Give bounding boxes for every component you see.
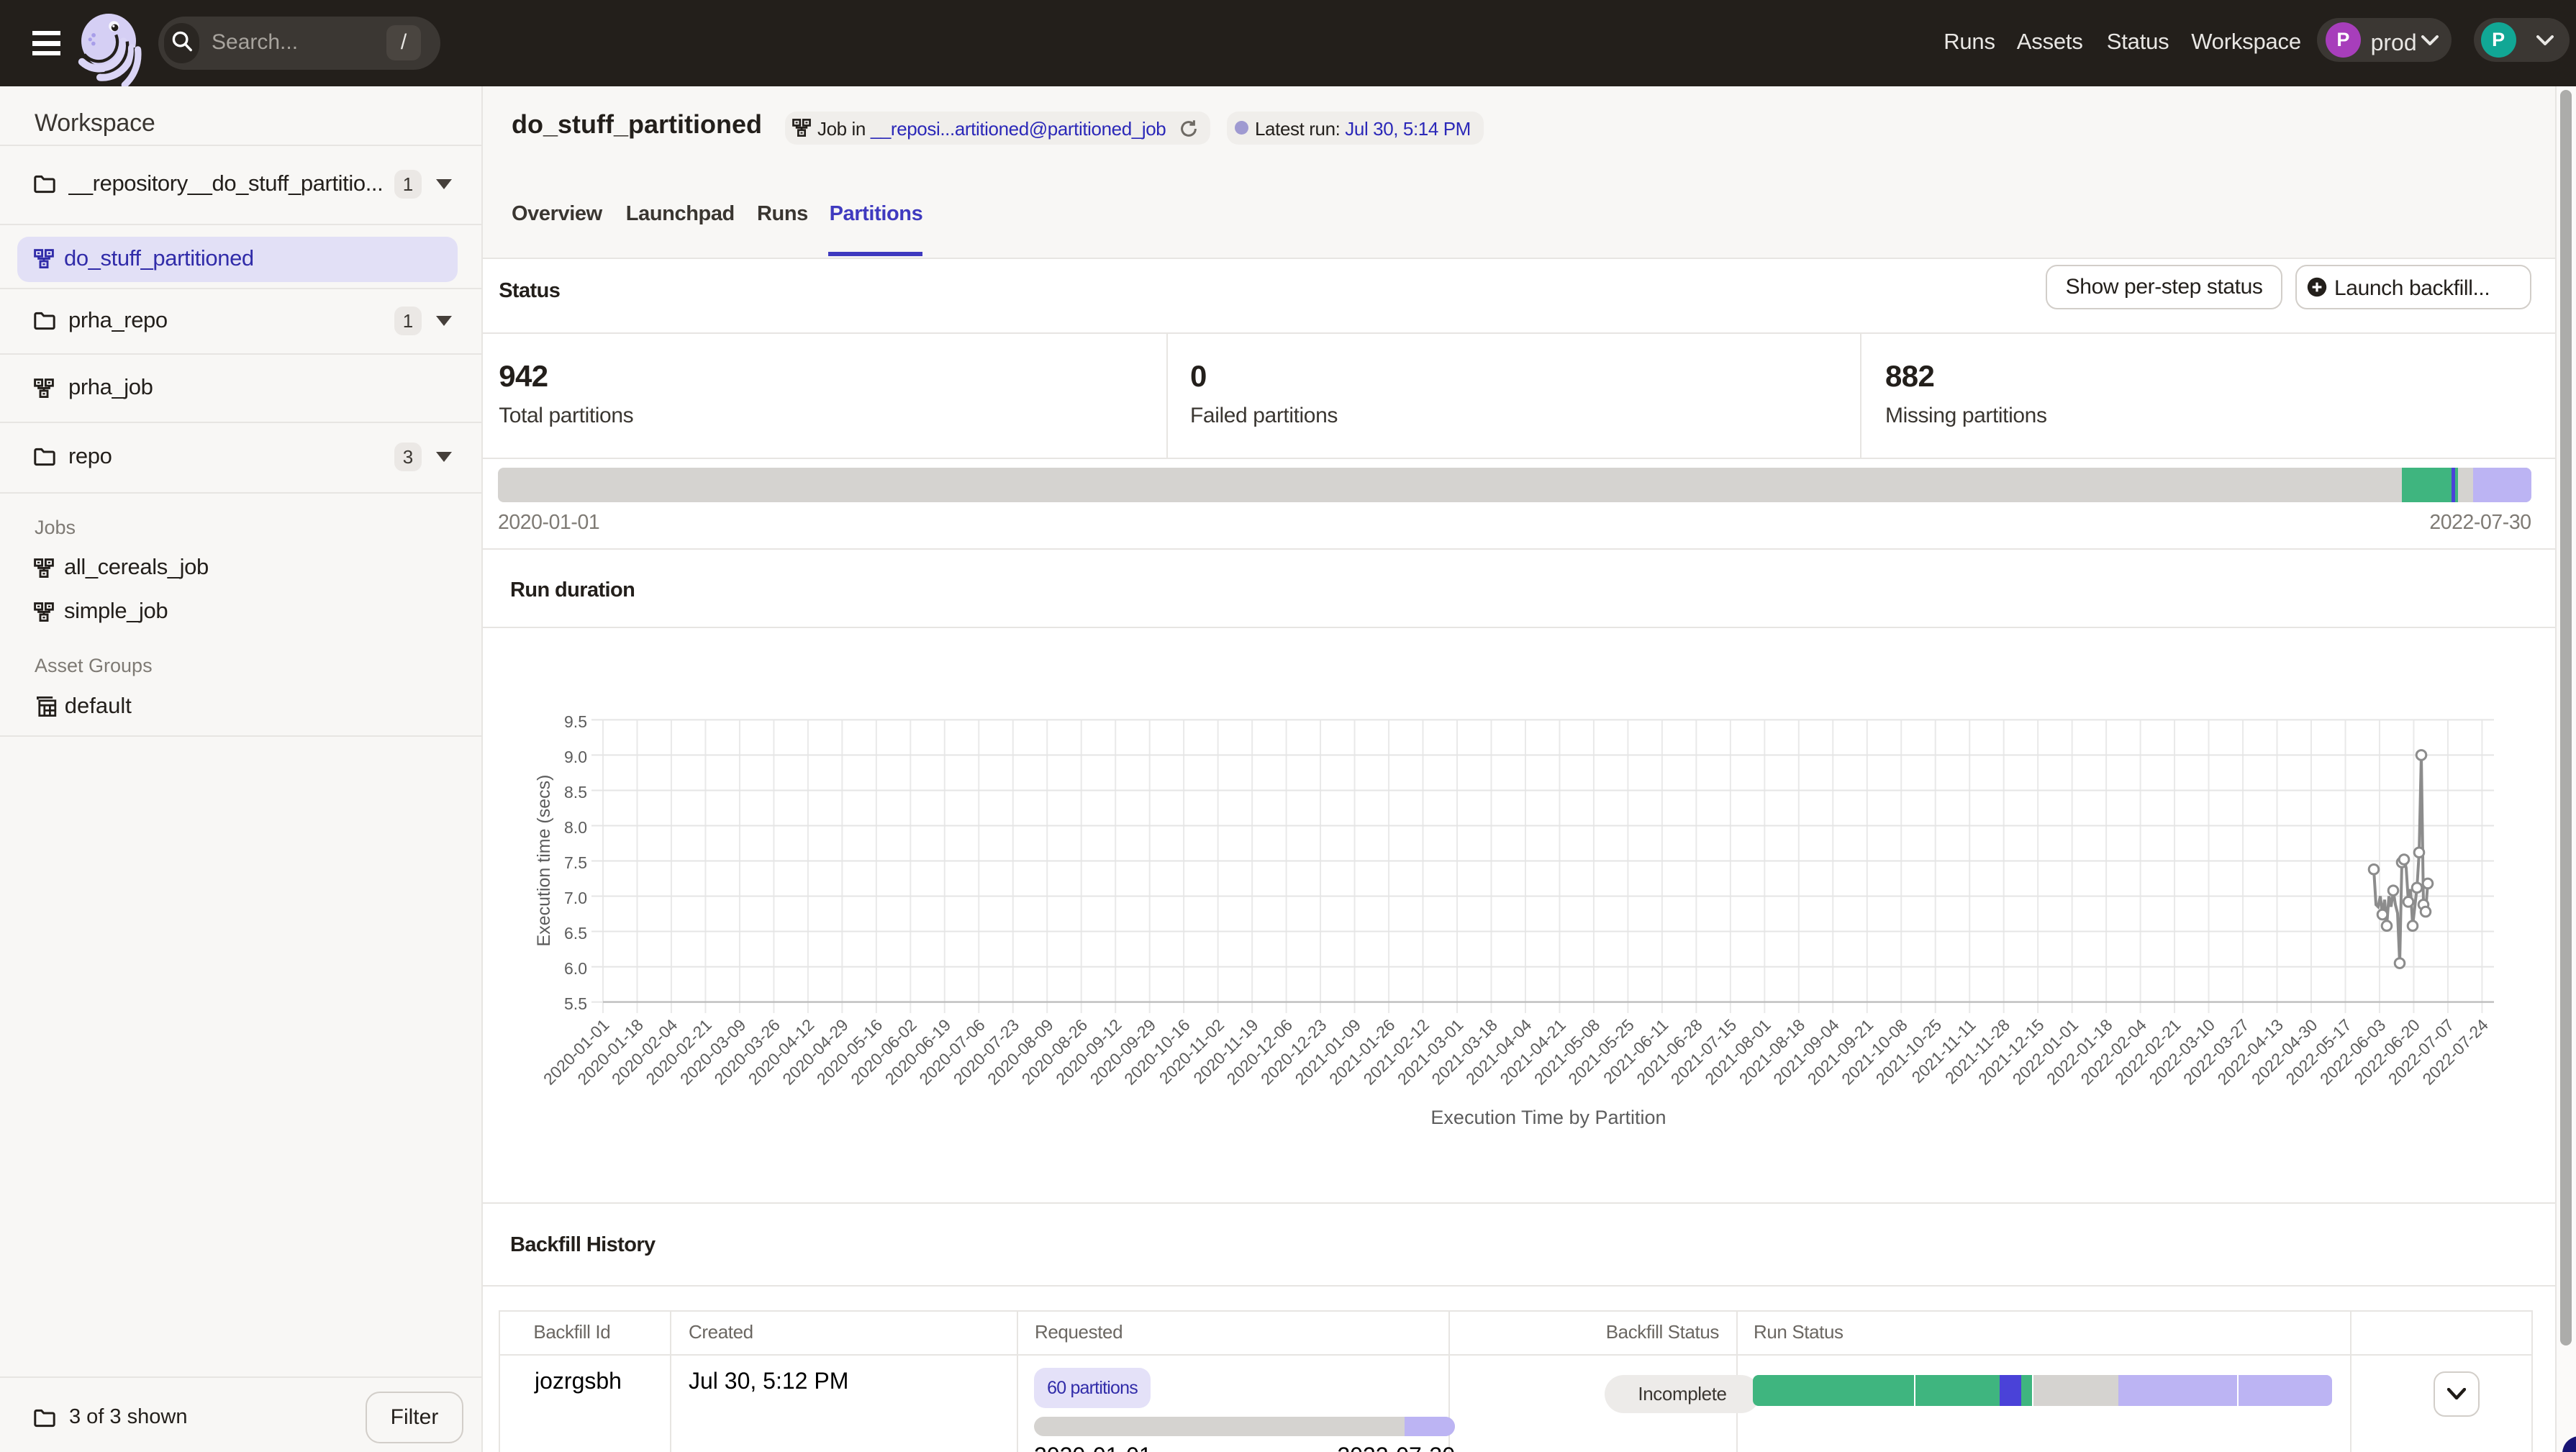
svg-text:7.0: 7.0	[564, 889, 587, 907]
svg-text:6.0: 6.0	[564, 959, 587, 978]
svg-text:5.5: 5.5	[564, 994, 587, 1013]
svg-text:7.5: 7.5	[564, 853, 587, 872]
svg-text:8.0: 8.0	[564, 818, 587, 837]
svg-text:Execution time (secs): Execution time (secs)	[534, 775, 554, 947]
svg-text:Execution Time by Partition: Execution Time by Partition	[1430, 1107, 1666, 1128]
svg-text:9.0: 9.0	[564, 748, 587, 766]
svg-text:9.5: 9.5	[564, 712, 587, 731]
svg-text:6.5: 6.5	[564, 924, 587, 943]
svg-text:8.5: 8.5	[564, 783, 587, 802]
